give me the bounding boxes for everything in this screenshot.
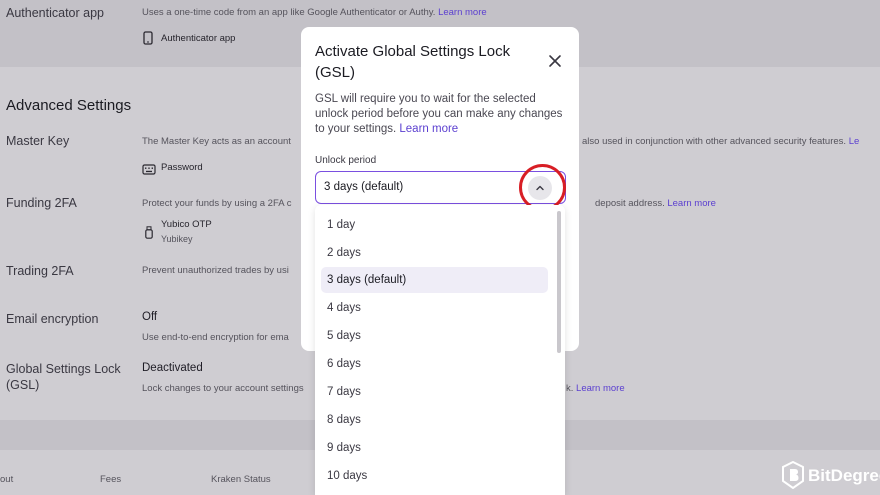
close-button[interactable] — [545, 51, 565, 71]
option-9-days[interactable]: 9 days — [321, 435, 548, 461]
keyboard-icon — [142, 162, 156, 180]
authenticator-learn-more-link[interactable]: Learn more — [438, 7, 487, 18]
option-2-days[interactable]: 2 days — [321, 240, 548, 266]
modal-description: GSL will require you to wait for the sel… — [315, 92, 567, 137]
gsl-label-line1: Global Settings Lock — [6, 362, 121, 376]
funding-2fa-method-sub: Yubikey — [161, 234, 193, 244]
watermark-text: BitDegree — [808, 466, 880, 485]
email-encryption-value: Off — [142, 311, 158, 323]
master-key-desc-right: also used in conjunction with other adva… — [582, 136, 859, 147]
usb-key-icon — [145, 226, 153, 244]
trading-2fa-desc-left: Prevent unauthorized trades by usi — [142, 265, 289, 276]
funding-2fa-desc-left: Protect your funds by using a 2FA c — [142, 198, 292, 209]
funding-2fa-desc-right: deposit address. Learn more — [595, 198, 716, 209]
trading-2fa-label: Trading 2FA — [6, 264, 74, 278]
advanced-settings-title: Advanced Settings — [6, 97, 132, 114]
authenticator-device: Authenticator app — [161, 33, 236, 44]
phone-icon — [143, 31, 153, 50]
modal-title: Activate Global Settings Lock (GSL) — [315, 43, 511, 81]
email-encryption-desc-left: Use end-to-end encryption for ema — [142, 332, 289, 343]
master-key-desc-left: The Master Key acts as an account — [142, 136, 291, 147]
option-5-days[interactable]: 5 days — [321, 323, 548, 349]
master-key-desc-right-text: also used in conjunction with other adva… — [582, 136, 847, 147]
gsl-learn-more-link[interactable]: Learn more — [576, 383, 625, 394]
unlock-period-label: Unlock period — [315, 155, 377, 166]
funding-2fa-desc-right-text: deposit address. — [595, 198, 665, 209]
option-3-days-default[interactable]: 3 days (default) — [321, 267, 548, 293]
option-10-days[interactable]: 10 days — [321, 463, 548, 489]
highlight-circle-annotation — [519, 164, 566, 211]
footer-link-fees[interactable]: Fees — [100, 474, 121, 485]
dropdown-scrollbar-thumb[interactable] — [557, 211, 561, 353]
option-1-day[interactable]: 1 day — [321, 212, 548, 238]
footer-link-about[interactable]: out — [0, 474, 13, 485]
gsl-desc-right: k. Learn more — [566, 383, 625, 394]
master-key-label: Master Key — [6, 134, 70, 148]
option-6-days[interactable]: 6 days — [321, 351, 548, 377]
funding-2fa-label: Funding 2FA — [6, 196, 77, 210]
modal-learn-more-link[interactable]: Learn more — [399, 123, 458, 135]
master-key-learn-more-link[interactable]: Le — [849, 136, 860, 147]
option-7-days[interactable]: 7 days — [321, 379, 548, 405]
gsl-label-line2: (GSL) — [6, 378, 40, 392]
funding-2fa-learn-more-link[interactable]: Learn more — [667, 198, 716, 209]
close-icon — [545, 55, 565, 75]
footer-link-kraken-status[interactable]: Kraken Status — [211, 474, 271, 485]
option-4-days[interactable]: 4 days — [321, 295, 548, 321]
authenticator-desc-text: Uses a one-time code from an app like Go… — [142, 7, 436, 18]
authenticator-desc: Uses a one-time code from an app like Go… — [142, 7, 487, 18]
gsl-status-value: Deactivated — [142, 362, 203, 374]
email-encryption-label: Email encryption — [6, 312, 99, 326]
option-8-days[interactable]: 8 days — [321, 407, 548, 433]
master-key-method: Password — [161, 162, 203, 173]
bitdegree-logo-icon — [781, 460, 805, 494]
gsl-desc-left: Lock changes to your account settings — [142, 383, 304, 394]
authenticator-label: Authenticator app — [6, 6, 104, 20]
unlock-period-dropdown-list: 1 day 2 days 3 days (default) 4 days 5 d… — [315, 205, 565, 495]
gsl-desc-right-text: k. — [566, 383, 574, 394]
funding-2fa-method: Yubico OTP — [161, 219, 212, 230]
unlock-period-selected-value: 3 days (default) — [324, 181, 404, 193]
